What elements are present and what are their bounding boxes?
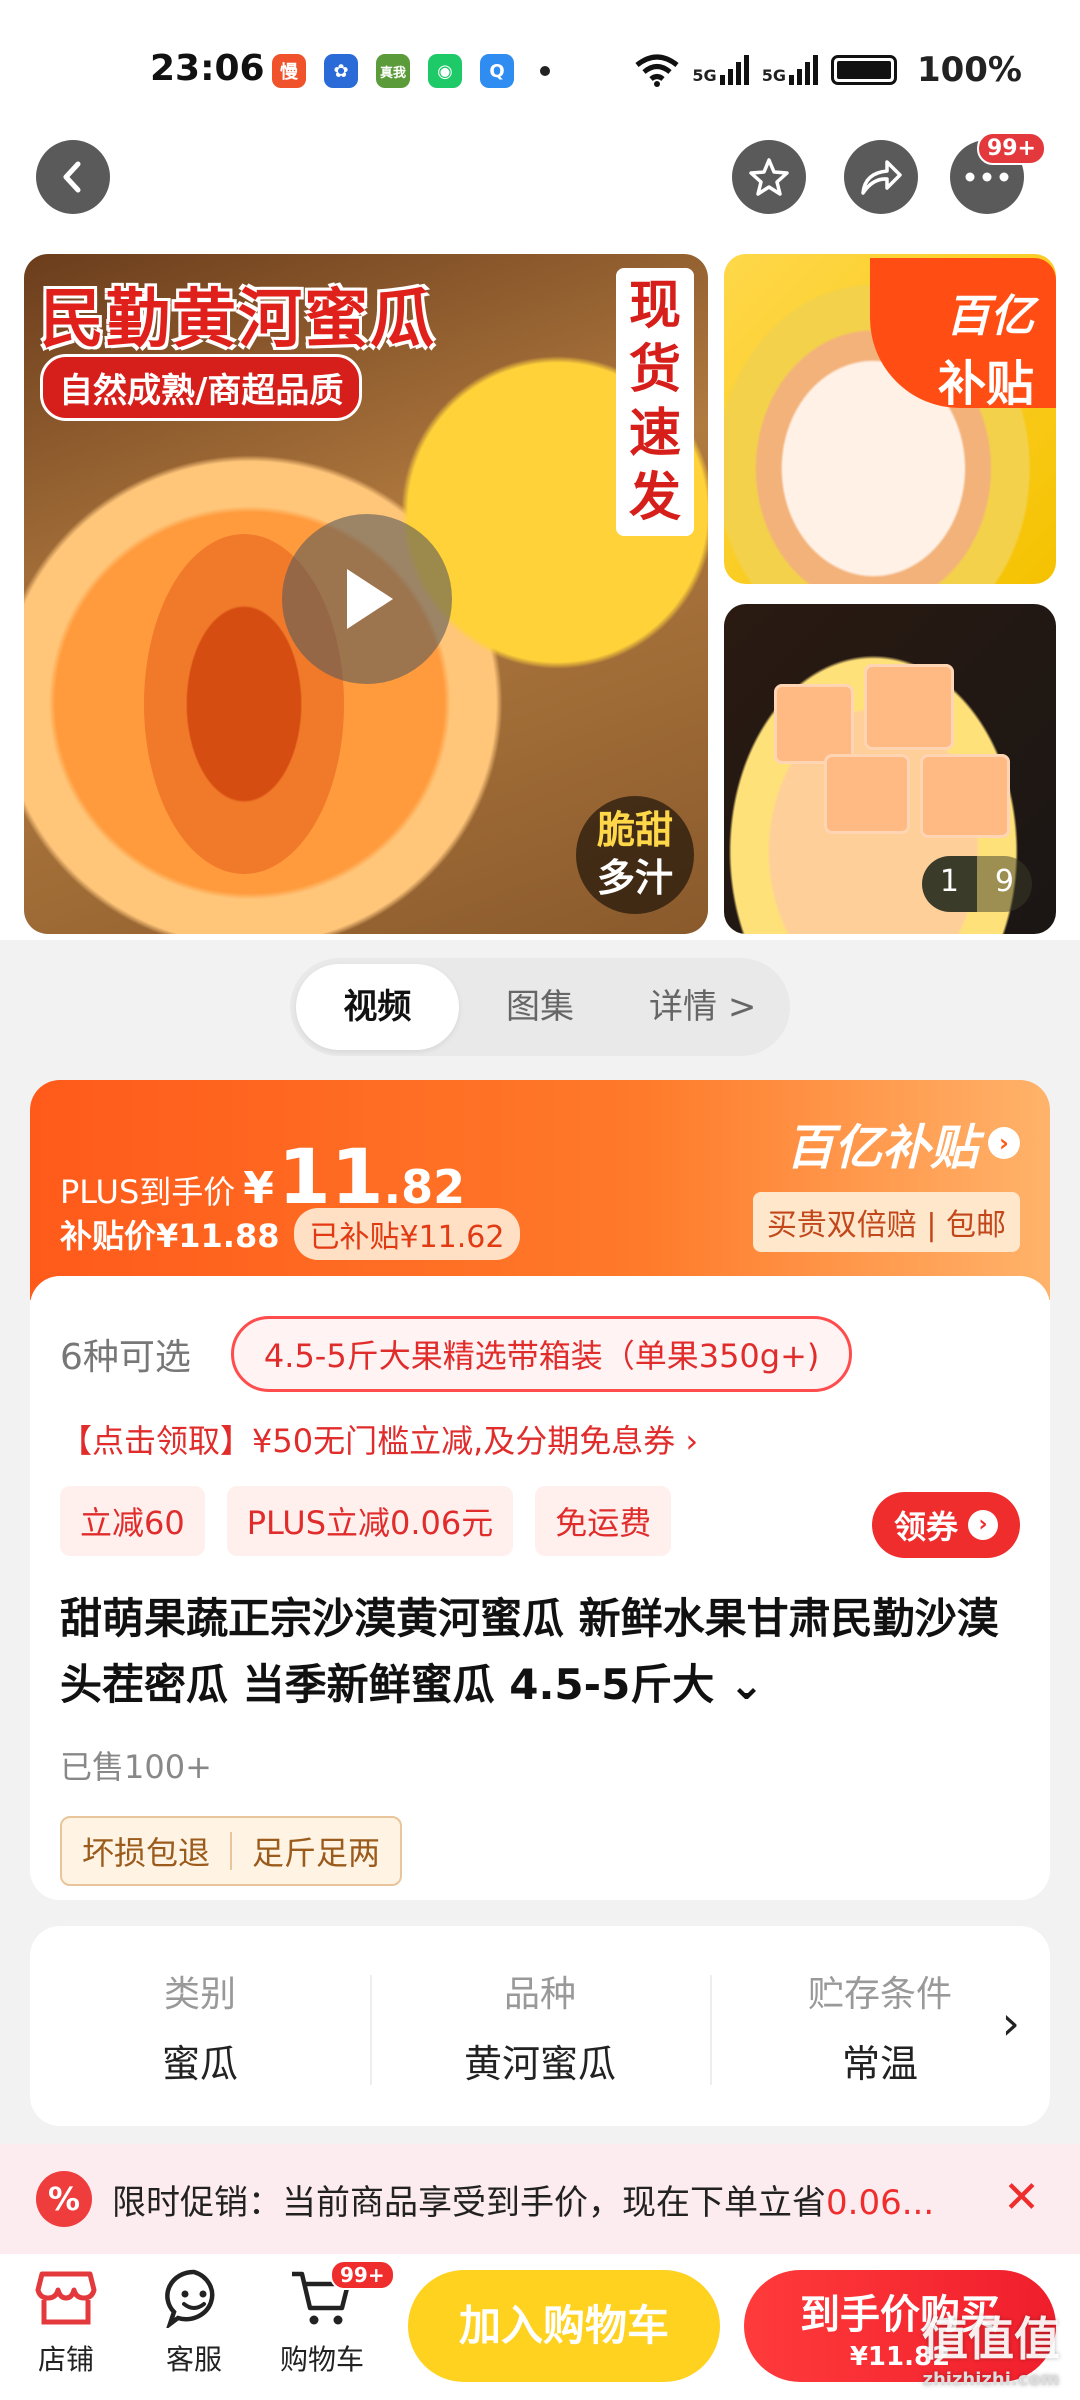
play-icon <box>347 569 393 629</box>
star-icon <box>749 158 789 196</box>
more-notifications-dot <box>540 66 550 76</box>
promo-text: 限时促销：当前商品享受到手价，现在下单立省0.06... <box>112 2182 935 2223</box>
image-subtitle: 自然成熟/商超品质 <box>40 354 363 421</box>
limited-promo-banner[interactable]: % 限时促销：当前商品享受到手价，现在下单立省0.06... ✕ <box>0 2144 1080 2254</box>
wifi-icon <box>635 54 679 87</box>
chevron-left-icon <box>63 161 81 193</box>
bottom-action-bar: 店铺 客服 99+ 购物车 加入购物车 到手价购买 ¥11.82 值值值 zhi… <box>0 2254 1080 2400</box>
melon-cube <box>920 754 1010 838</box>
status-app-icons: 慢 ✿ 真我 ◉ Q <box>272 54 550 88</box>
store-icon <box>35 2271 97 2325</box>
gallery-thumbnail[interactable]: 百亿 补贴 <box>724 254 1056 584</box>
cart-count-badge: 99+ <box>330 2260 395 2290</box>
attribute-category: 类别 蜜瓜 <box>161 1973 238 2086</box>
status-time: 23:06 <box>150 48 265 89</box>
app-notification-icon: ◉ <box>428 54 462 88</box>
more-dots-icon <box>965 172 1009 182</box>
get-coupon-button[interactable]: 领券 › <box>871 1492 1020 1558</box>
subsidy-price-line: 补贴价¥11.88 已补贴¥11.62 <box>60 1208 521 1260</box>
promo-tag: 免运费 <box>535 1486 672 1556</box>
guarantee-item: 坏损包退 <box>82 1834 211 1872</box>
message-badge: 99+ <box>976 132 1046 165</box>
melon-cube <box>824 754 910 834</box>
customer-service-button[interactable]: 客服 <box>144 2268 244 2378</box>
subsidized-amount: 已补贴¥11.62 <box>293 1208 521 1260</box>
tab-video[interactable]: 视频 <box>296 964 459 1050</box>
spec-count: 6种可选 <box>60 1337 191 1378</box>
billion-subsidy-brand: 百亿补贴 <box>785 1120 978 1176</box>
add-to-cart-button[interactable]: 加入购物车 <box>408 2270 720 2382</box>
share-button[interactable] <box>844 140 918 214</box>
media-tabs: 视频 图集 详情 > <box>290 958 790 1056</box>
app-notification-icon: 慢 <box>272 54 306 88</box>
chevron-right-icon: › <box>988 1127 1020 1159</box>
promo-tag: 立减60 <box>60 1486 205 1556</box>
image-counter: 1 9 <box>921 856 1032 912</box>
guarantee-item: 足斤足两 <box>252 1834 381 1872</box>
chevron-right-icon[interactable]: › <box>1002 1996 1020 2050</box>
service-guarantees[interactable]: 坏损包退 足斤足两 <box>60 1816 403 1886</box>
app-notification-icon: 真我 <box>376 54 410 88</box>
chat-smile-icon <box>165 2269 215 2331</box>
selected-spec[interactable]: 4.5-5斤大果精选带箱装（单果350g+) <box>230 1316 853 1392</box>
battery-percent: 100% <box>916 50 1022 90</box>
attribute-variety: 品种 黄河蜜瓜 <box>370 1965 710 2088</box>
more-button[interactable]: 99+ <box>950 132 1046 214</box>
signal-5g-icon: 5G <box>762 55 819 85</box>
app-notification-icon: ✿ <box>324 54 358 88</box>
status-right: 5G 5G 100% <box>634 50 1022 90</box>
play-button[interactable] <box>282 514 452 684</box>
product-gallery[interactable]: 民勤黄河蜜瓜 自然成熟/商超品质 现 货 速 发 脆甜 多汁 百亿 补贴 1 9 <box>0 250 1080 940</box>
spec-selector[interactable]: 6种可选 4.5-5斤大果精选带箱装（单果350g+) <box>60 1316 853 1392</box>
melon-cube <box>774 684 854 764</box>
cart-button[interactable]: 99+ 购物车 <box>272 2260 395 2378</box>
product-title[interactable]: 甜萌果蔬正宗沙漠黄河蜜瓜 新鲜水果甘肃民勤沙漠头茬密瓜 当季新鲜蜜瓜 4.5-5… <box>60 1586 1020 1718</box>
chevron-right-icon: › <box>968 1510 998 1540</box>
status-bar: 23:06 慢 ✿ 真我 ◉ Q 5G 5G 100% <box>0 0 1080 140</box>
promo-tag: PLUS立减0.06元 <box>226 1486 514 1556</box>
tab-details[interactable]: 详情 > <box>621 964 784 1050</box>
share-icon <box>861 160 902 195</box>
top-nav: 99+ <box>0 132 1080 250</box>
subsidy-price: 补贴价¥11.88 <box>60 1217 280 1255</box>
melon-cube <box>864 664 954 750</box>
billion-subsidy-link[interactable]: 百亿补贴 › 买贵双倍赔 | 包邮 <box>752 1108 1020 1252</box>
attribute-storage: 贮存条件 常温 <box>710 1965 1050 2088</box>
product-details: 6种可选 4.5-5斤大果精选带箱装（单果350g+) 【点击领取】¥50无门槛… <box>30 1276 1050 1900</box>
main-product-video[interactable]: 民勤黄河蜜瓜 自然成熟/商超品质 现 货 速 发 脆甜 多汁 <box>24 254 708 934</box>
subsidy-guarantee: 买贵双倍赔 | 包邮 <box>752 1192 1020 1252</box>
subsidy-badge: 百亿 补贴 <box>870 258 1056 412</box>
crisp-sweet-badge: 脆甜 多汁 <box>576 796 694 914</box>
in-stock-tag: 现 货 速 发 <box>616 268 694 536</box>
promo-tags: 立减60 PLUS立减0.06元 免运费 <box>60 1486 672 1556</box>
gallery-thumbnail[interactable]: 1 9 <box>724 604 1056 934</box>
product-info-card: PLUS到手价 ¥ 11 .82 补贴价¥11.88 已补贴¥11.62 百亿补… <box>30 1080 1050 1900</box>
image-title: 民勤黄河蜜瓜 <box>40 283 436 357</box>
coupon-claim-link[interactable]: 【点击领取】¥50无门槛立减,及分期免息券 › <box>60 1416 698 1462</box>
battery-icon <box>830 55 897 85</box>
back-button[interactable] <box>36 140 110 214</box>
close-icon[interactable]: ✕ <box>1003 2172 1040 2223</box>
app-notification-icon: Q <box>480 54 514 88</box>
favorite-button[interactable] <box>732 140 806 214</box>
site-watermark: 值值值 zhizhizhi.com <box>922 2312 1060 2390</box>
signal-5g-icon: 5G <box>692 55 749 85</box>
product-attributes[interactable]: 类别 蜜瓜 品种 黄河蜜瓜 贮存条件 常温 › <box>30 1926 1050 2126</box>
store-button[interactable]: 店铺 <box>16 2268 116 2378</box>
price-banner: PLUS到手价 ¥ 11 .82 补贴价¥11.88 已补贴¥11.62 百亿补… <box>30 1080 1050 1300</box>
tab-gallery[interactable]: 图集 <box>459 964 622 1050</box>
percent-icon: % <box>36 2171 92 2227</box>
sold-count: 已售100+ <box>60 1748 212 1786</box>
